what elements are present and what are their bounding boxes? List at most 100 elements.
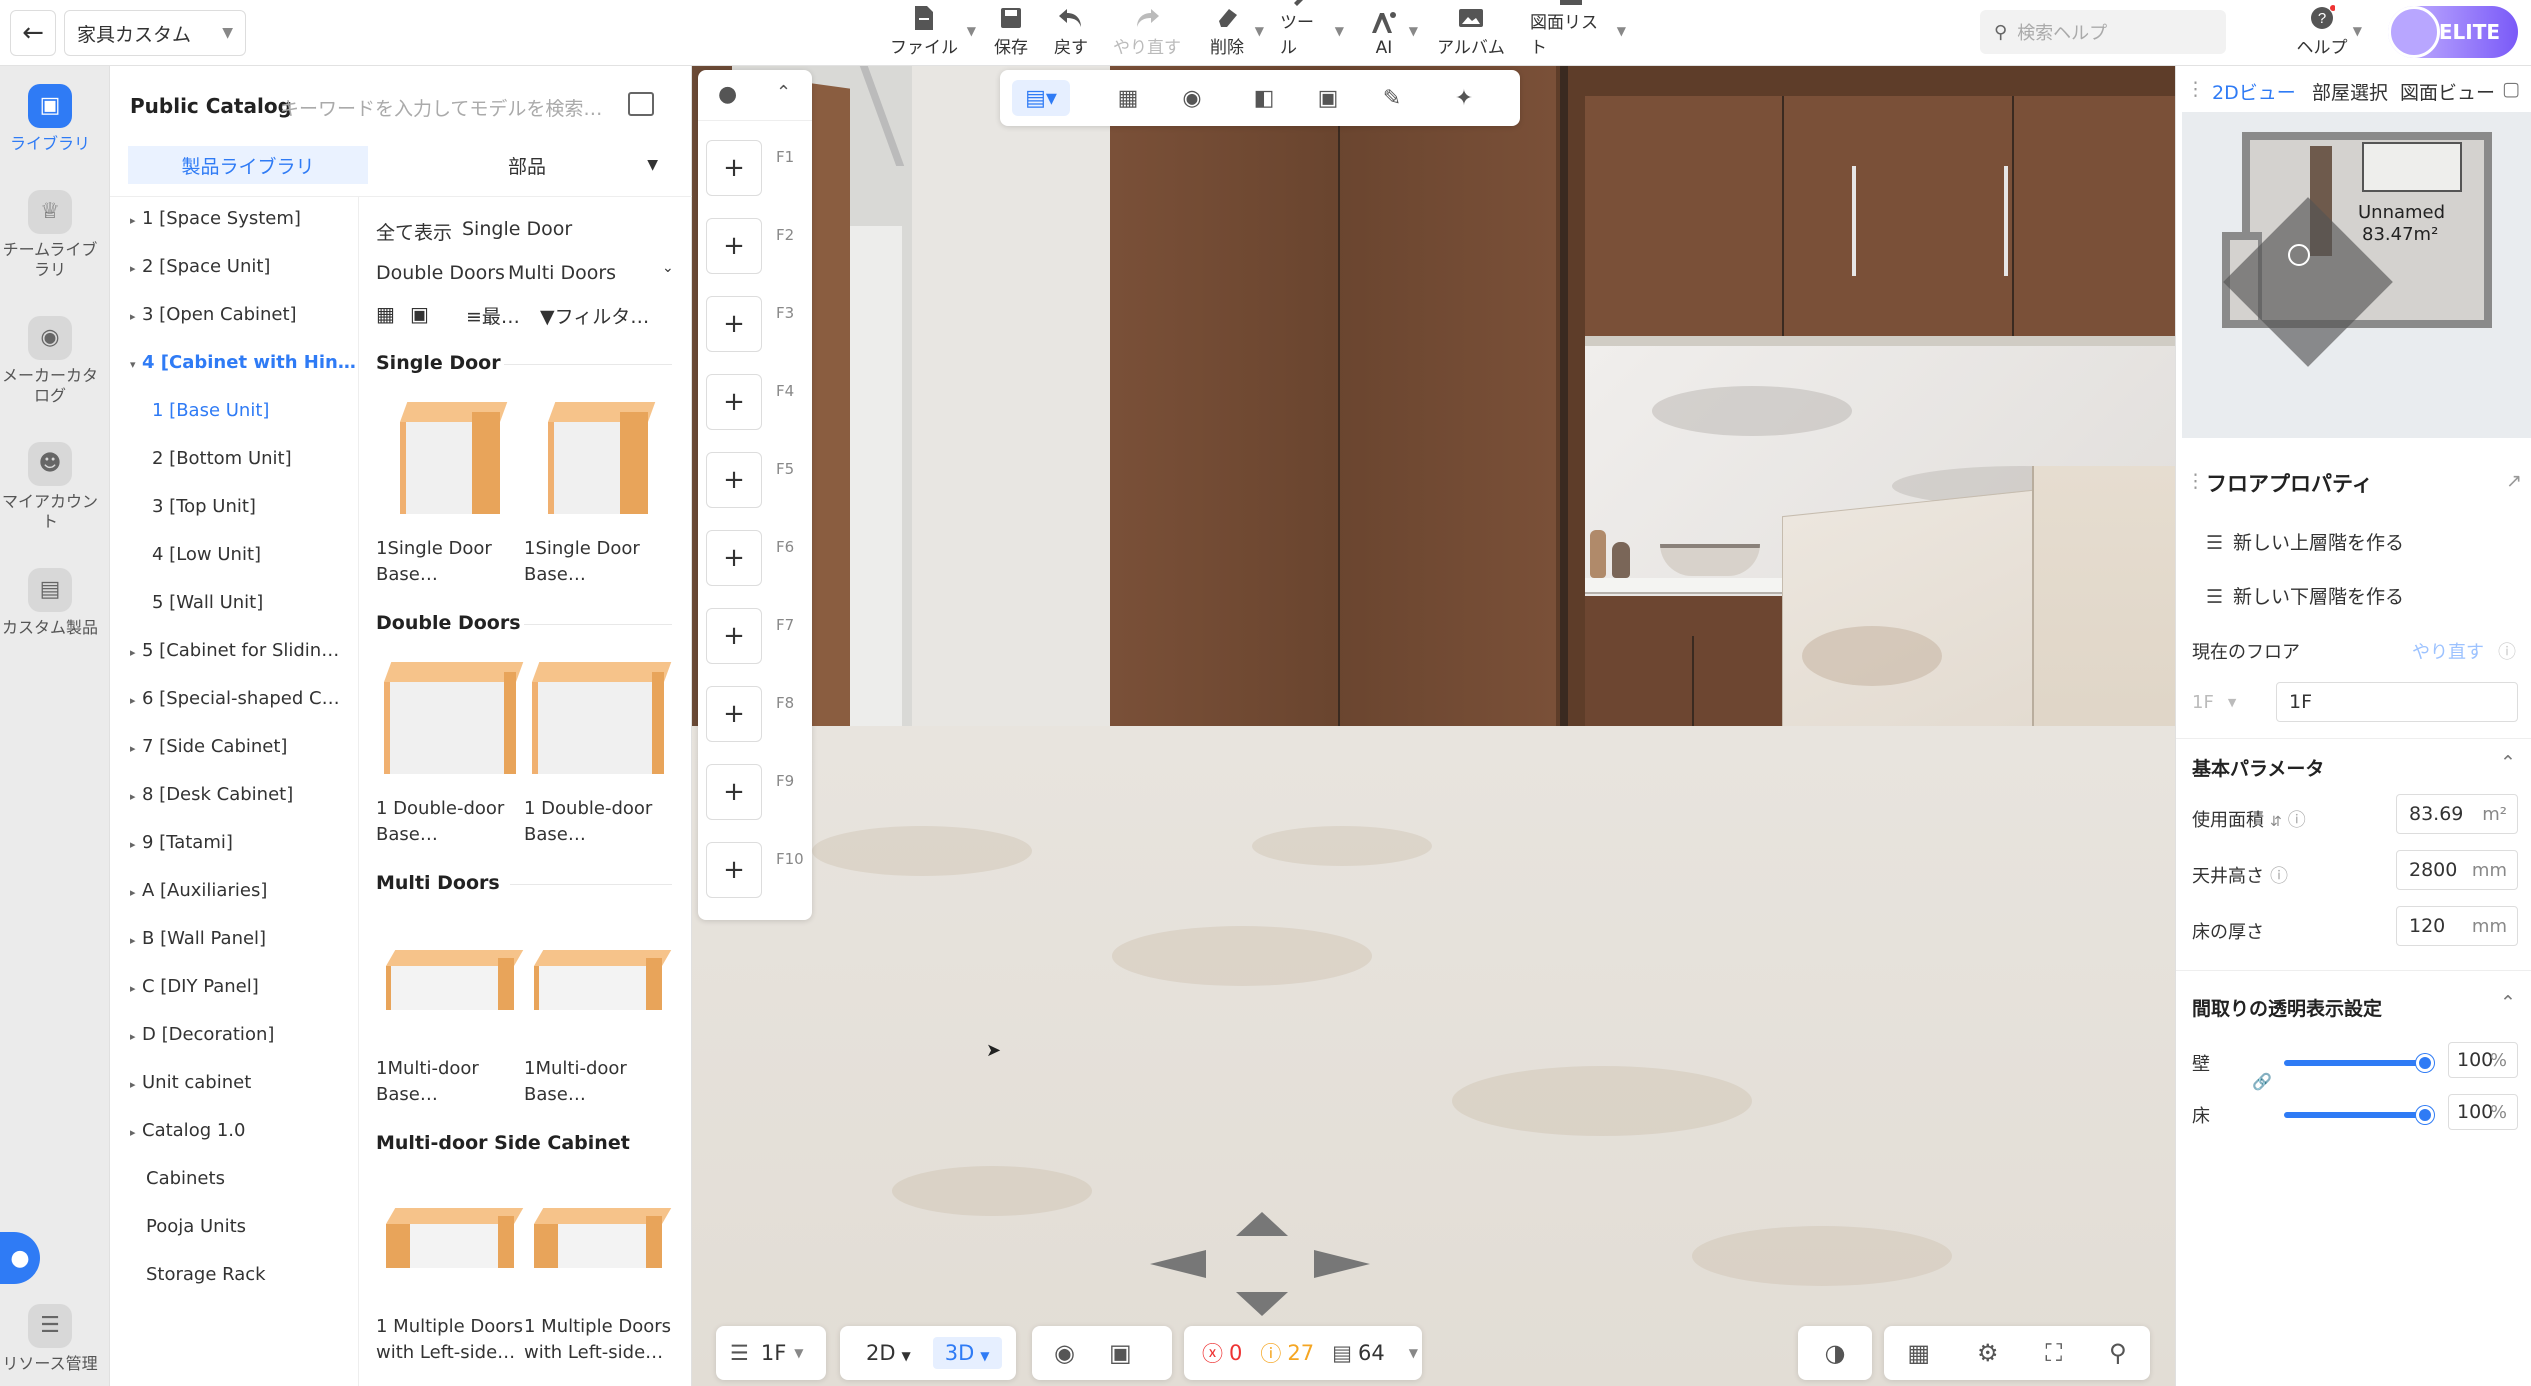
model-search-input[interactable]: キーワードを入力してモデルを検索…: [280, 94, 602, 121]
project-select[interactable]: 家具カスタム ▼: [64, 10, 246, 56]
back-button[interactable]: ←: [10, 10, 56, 56]
minimap[interactable]: Unnamed 83.47m²: [2182, 112, 2531, 438]
add-floor-button[interactable]: +: [706, 296, 762, 352]
rail-item-resource[interactable]: ☰ リソース管理: [0, 1304, 100, 1374]
sort-button[interactable]: ≡最…: [466, 302, 520, 329]
add-floor-button[interactable]: +: [706, 764, 762, 820]
tree-item[interactable]: ▸ Unit cabinet: [130, 1072, 251, 1093]
nav-left-arrow-icon[interactable]: [1150, 1250, 1206, 1278]
product-card[interactable]: 1 Double-door Base…: [524, 650, 672, 848]
tree-item[interactable]: ▸ A [Auxiliaries]: [130, 880, 267, 901]
add-floor-button[interactable]: +: [706, 686, 762, 742]
product-card[interactable]: 1 Multiple Doors with Left-side…: [524, 1168, 672, 1366]
tree-item[interactable]: ▸ 6 [Special-shaped C…: [130, 688, 340, 709]
large-grid-icon[interactable]: ▣: [410, 302, 429, 326]
mode-3d-button[interactable]: 3D ▼: [932, 1337, 1002, 1369]
chevron-up-icon[interactable]: ⌃: [2500, 992, 2516, 1014]
help-search-input[interactable]: ⚲ 検索ヘルプ: [1980, 10, 2226, 54]
chat-icon[interactable]: ●: [0, 1232, 40, 1284]
tree-item[interactable]: ▸ 7 [Side Cabinet]: [130, 736, 287, 757]
tree-item[interactable]: ▸ D [Decoration]: [130, 1024, 274, 1045]
floor-name-input[interactable]: 1F: [2276, 682, 2518, 722]
filter-single-door[interactable]: Single Door: [462, 218, 572, 240]
tree-item[interactable]: Pooja Units: [146, 1216, 246, 1237]
tree-item[interactable]: ▸ Catalog 1.0: [130, 1120, 245, 1141]
undo-button[interactable]: 戻す: [1048, 2, 1094, 64]
redo-button[interactable]: やり直す: [1112, 2, 1182, 64]
fit-view-icon[interactable]: ⛶: [2045, 1339, 2062, 1367]
chevron-up-icon[interactable]: ⌃: [776, 82, 791, 103]
floor-select[interactable]: 1F ▼: [2192, 682, 2262, 722]
expand-icon[interactable]: ▢: [2502, 78, 2520, 100]
tab-room-select[interactable]: 部屋選択: [2312, 78, 2388, 105]
filter-double-doors[interactable]: Double Doors: [376, 262, 505, 284]
floor-thickness-input[interactable]: 120 mm: [2396, 906, 2518, 946]
add-floor-button[interactable]: +: [706, 530, 762, 586]
floor-transparency-slider[interactable]: [2284, 1106, 2434, 1124]
drag-handle-icon[interactable]: ⋮: [2186, 78, 2205, 100]
product-card[interactable]: 1 Double-door Base…: [376, 650, 524, 848]
area-input[interactable]: 83.69 m²: [2396, 794, 2518, 834]
status-indicators[interactable]: ⓧ 0 ⓘ 27 ▤ 64 ▼: [1184, 1326, 1422, 1380]
screenshot-icon[interactable]: ▦: [1907, 1339, 1930, 1367]
nav-right-arrow-icon[interactable]: [1314, 1250, 1370, 1278]
eye-icon[interactable]: ◉: [1054, 1339, 1075, 1367]
tab-drawing-view[interactable]: 図面ビュー: [2400, 78, 2495, 105]
new-upper-floor-button[interactable]: ☰ 新しい上層階を作る: [2206, 528, 2404, 555]
add-floor-button[interactable]: +: [706, 218, 762, 274]
filter-button[interactable]: ▼フィルタ…: [540, 302, 649, 329]
render-settings-icon[interactable]: ⚙: [1977, 1339, 1999, 1367]
measure-icon[interactable]: ✎: [1374, 80, 1410, 116]
nav-down-arrow-icon[interactable]: [1236, 1292, 1288, 1316]
tree-item[interactable]: Cabinets: [146, 1168, 225, 1189]
floor-transparency-input[interactable]: 100%: [2448, 1094, 2518, 1130]
tree-item[interactable]: ▸ 2 [Space Unit]: [130, 256, 270, 277]
redo-link[interactable]: やり直す: [2412, 638, 2484, 664]
tree-item[interactable]: ▸ 3 [Open Cabinet]: [130, 304, 297, 325]
tree-item[interactable]: Storage Rack: [146, 1264, 266, 1285]
tree-item[interactable]: 4 [Low Unit]: [152, 544, 261, 565]
product-card[interactable]: 1 Multiple Doors with Left-side…: [376, 1168, 524, 1366]
chevron-up-icon[interactable]: ⌃: [2500, 752, 2516, 774]
slider-knob[interactable]: [2416, 1054, 2434, 1072]
rail-item-maker-catalog[interactable]: ◉ メーカーカタログ: [0, 316, 100, 406]
ai-menu[interactable]: AI ▼: [1364, 2, 1418, 64]
tree-item[interactable]: ▸ 5 [Cabinet for Slidin…: [130, 640, 339, 661]
focus-icon[interactable]: ▣: [1310, 80, 1346, 116]
filter-all[interactable]: 全て表示: [376, 218, 452, 245]
album-button[interactable]: アルバム: [1436, 2, 1506, 64]
expand-icon[interactable]: ↗: [2506, 470, 2522, 492]
grid-view-icon[interactable]: ▦: [376, 302, 395, 326]
zoom-search-icon[interactable]: ⚲: [2109, 1339, 2127, 1367]
wall-transparency-slider[interactable]: [2284, 1054, 2434, 1072]
rail-item-team-library[interactable]: ♕ チームライブラリ: [0, 190, 100, 280]
tree-item[interactable]: 3 [Top Unit]: [152, 496, 256, 517]
add-floor-button[interactable]: +: [706, 608, 762, 664]
tools-menu[interactable]: ツール ▼: [1280, 0, 1344, 64]
tree-item[interactable]: 5 [Wall Unit]: [152, 592, 263, 613]
tree-item[interactable]: ▸ 1 [Space System]: [130, 208, 301, 229]
link-icon[interactable]: 🔗: [2252, 1072, 2272, 1091]
settings-toggle[interactable]: ◑: [1798, 1326, 1872, 1380]
drag-handle-icon[interactable]: ⋮: [2186, 470, 2205, 492]
tab-parts[interactable]: 部品 ▼: [382, 146, 672, 184]
rail-item-custom-product[interactable]: ▤ カスタム製品: [0, 568, 100, 638]
paint-roller-icon[interactable]: ▦: [1110, 80, 1146, 116]
tree-item[interactable]: ▸ 9 [Tatami]: [130, 832, 233, 853]
save-button[interactable]: 保存: [988, 2, 1034, 64]
avatar[interactable]: [2388, 6, 2440, 58]
person-icon[interactable]: ●: [718, 82, 737, 107]
delete-button[interactable]: 削除 ▼: [1204, 2, 1264, 64]
help-menu[interactable]: ? ヘルプ ▼: [2296, 2, 2362, 64]
tab-product-library[interactable]: 製品ライブラリ: [128, 146, 368, 184]
floor-switcher[interactable]: ☰ 1F ▼: [716, 1326, 826, 1380]
tree-item-cabinet-hinged[interactable]: ▾ 4 [Cabinet with Hin…: [130, 352, 356, 373]
tree-item[interactable]: ▸ B [Wall Panel]: [130, 928, 266, 949]
wall-transparency-input[interactable]: 100%: [2448, 1042, 2518, 1078]
slider-knob[interactable]: [2416, 1106, 2434, 1124]
product-card[interactable]: 1Single Door Base…: [524, 390, 672, 588]
select-tool-icon[interactable]: ▤▾: [1012, 80, 1070, 116]
filter-multi-doors[interactable]: Multi Doors: [508, 262, 616, 284]
add-floor-button[interactable]: +: [706, 452, 762, 508]
palette-icon[interactable]: ◉: [1174, 80, 1210, 116]
